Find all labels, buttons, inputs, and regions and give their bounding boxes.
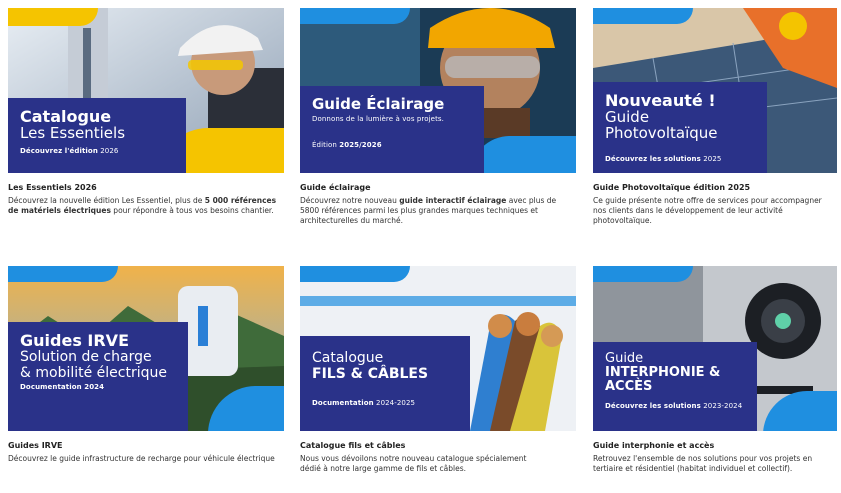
thumb-small: Découvrez l'édition 2026 (20, 147, 119, 155)
blue-swoosh (300, 296, 576, 306)
title-panel: Guides IRVE Solution de charge & mobilit… (8, 322, 188, 431)
card-thumbnail[interactable]: Nouveauté ! Guide Photovoltaïque Découvr… (593, 8, 837, 173)
catalog-card-guides-irve: Guides IRVE Solution de charge & mobilit… (8, 266, 284, 464)
thumb-line1: Guide (605, 351, 644, 366)
card-thumbnail[interactable]: Catalogue Les Essentiels Découvrez l'édi… (8, 8, 284, 173)
card-description: Ce guide présente notre offre de service… (593, 196, 822, 225)
thumb-small: Découvrez les solutions 2025 (605, 155, 722, 163)
card-title[interactable]: Guide éclairage (300, 183, 576, 192)
thumb-line1: Guide Éclairage (312, 95, 445, 113)
thumb-small: Documentation 2024-2025 (312, 399, 416, 407)
thumb-line1: Catalogue (312, 350, 384, 366)
card-thumbnail[interactable]: Guide INTERPHONIE & ACCÈS Découvrez les … (593, 266, 837, 431)
thumb-line2: FILS & CÂBLES (312, 366, 429, 382)
card-thumbnail[interactable]: Guide Éclairage Donnons de la lumière à … (300, 8, 576, 173)
blue-swoosh (593, 266, 693, 282)
title-panel: Nouveauté ! Guide Photovoltaïque Découvr… (593, 82, 767, 173)
card-thumbnail[interactable]: Guides IRVE Solution de charge & mobilit… (8, 266, 284, 431)
catalog-card-guide-eclairage: Guide Éclairage Donnons de la lumière à … (300, 8, 576, 226)
thumb-line2: Guide Photovoltaïque (605, 108, 718, 142)
title-panel: Guide Éclairage Donnons de la lumière à … (300, 86, 484, 173)
card-title[interactable]: Catalogue fils et câbles (300, 441, 576, 450)
thumb-line1: Catalogue (20, 107, 112, 126)
thumb-small: Documentation 2024 (20, 383, 105, 391)
thumb-line2: Solution de charge (20, 349, 152, 365)
card-description: Découvrez le guide infrastructure de rec… (8, 454, 275, 463)
card-title[interactable]: Guides IRVE (8, 441, 284, 450)
blue-swoosh (593, 8, 693, 24)
thumb-line2: INTERPHONIE & (605, 365, 721, 380)
card-description: Découvrez notre nouveau guide interactif… (300, 196, 557, 225)
thumb-line1: Guides IRVE (20, 331, 129, 350)
card-thumbnail[interactable]: Catalogue FILS & CÂBLES Documentation 20… (300, 266, 576, 431)
blue-swoosh (8, 266, 118, 282)
title-panel: Catalogue FILS & CÂBLES Documentation 20… (300, 336, 470, 431)
card-description: Retrouvez l'ensemble de nos solutions po… (593, 454, 813, 473)
thumb-line3: & mobilité électrique (20, 365, 167, 381)
catalog-card-interphonie-acces: Guide INTERPHONIE & ACCÈS Découvrez les … (593, 266, 837, 474)
thumb-small: Édition 2025/2026 (312, 141, 382, 149)
thumb-line3: ACCÈS (605, 379, 653, 394)
catalog-card-fils-cables: Catalogue FILS & CÂBLES Documentation 20… (300, 266, 576, 474)
card-description: Nous vous dévoilons notre nouveau catalo… (300, 454, 527, 473)
card-title[interactable]: Guide Photovoltaïque édition 2025 (593, 183, 837, 192)
catalog-card-les-essentiels: Catalogue Les Essentiels Découvrez l'édi… (8, 8, 284, 216)
thumb-line2: Les Essentiels (20, 124, 126, 142)
blue-swoosh (300, 8, 410, 24)
blue-swoosh (300, 266, 410, 282)
catalog-card-guide-photovoltaique: Nouveauté ! Guide Photovoltaïque Découvr… (593, 8, 837, 226)
card-description: Découvrez la nouvelle édition Les Essent… (8, 196, 277, 215)
yellow-swoosh (8, 8, 98, 26)
card-title[interactable]: Guide interphonie et accès (593, 441, 837, 450)
thumb-tagline: Donnons de la lumière à vos projets. (312, 115, 445, 123)
title-panel: Guide INTERPHONIE & ACCÈS Découvrez les … (593, 342, 757, 431)
thumb-line1: Nouveauté ! (605, 91, 716, 110)
title-panel: Catalogue Les Essentiels Découvrez l'édi… (8, 98, 186, 173)
card-title[interactable]: Les Essentiels 2026 (8, 183, 284, 192)
thumb-small: Découvrez les solutions 2023-2024 (605, 402, 743, 410)
